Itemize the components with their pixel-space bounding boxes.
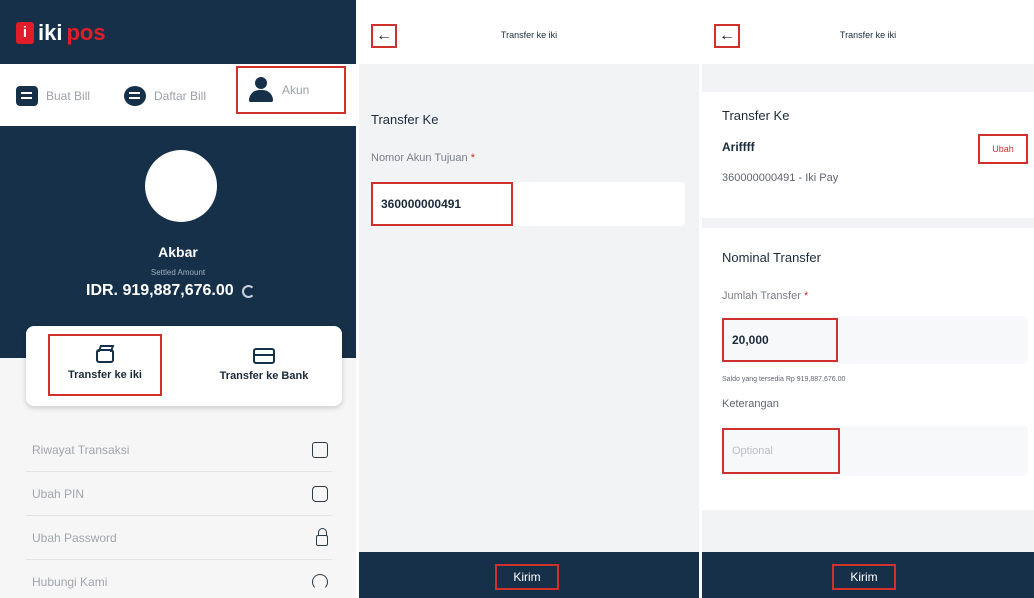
iki-pos-logo: i iki pos (16, 20, 106, 46)
card-icon (253, 348, 275, 364)
balance-note: Saldo yang tersedia Rp 919,887,676.00 (722, 376, 846, 383)
logo-pos-text: pos (66, 20, 106, 45)
account-menu: Riwayat Transaksi Ubah PIN Ubah Password… (26, 428, 332, 598)
menu-riwayat-transaksi[interactable]: Riwayat Transaksi (26, 428, 332, 472)
app-header: i iki pos (0, 0, 356, 64)
settled-amount-value: IDR. 919,887,676.00 (86, 282, 234, 299)
section-title: Transfer Ke (371, 112, 439, 127)
note-label: Keterangan (722, 398, 779, 410)
nav-buat-bill-label: Buat Bill (46, 89, 91, 103)
required-mark: * (803, 290, 809, 302)
transfer-amount-screen: ← Transfer ke iki Transfer Ke Ariffff 36… (702, 0, 1034, 598)
recipient-section: Transfer Ke Ariffff 360000000491 - Iki P… (702, 92, 1034, 218)
menu-item-label: Hubungi Kami (32, 575, 108, 589)
account-number-field[interactable]: 360000000491 (371, 182, 685, 226)
top-nav: Buat Bill Daftar Bill Akun (0, 64, 356, 126)
nav-akun-label: Akun (282, 83, 310, 97)
amount-input[interactable]: 20,000 (722, 318, 838, 362)
transfer-ke-bank-button[interactable]: Transfer ke Bank (204, 334, 324, 396)
menu-hubungi-kami[interactable]: Hubungi Kami (26, 560, 332, 598)
top-bar: ← Transfer ke iki (359, 0, 699, 64)
nav-akun[interactable]: Akun (236, 66, 346, 114)
top-bar: ← Transfer ke iki (702, 0, 1034, 64)
menu-item-label: Ubah PIN (32, 486, 85, 501)
settled-amount: IDR. 919,887,676.00 (86, 282, 255, 300)
page-title: Transfer ke iki (839, 30, 897, 40)
profile-name: Akbar (158, 244, 198, 260)
menu-ubah-password[interactable]: Ubah Password (26, 516, 332, 560)
menu-item-label: Ubah Password (32, 530, 117, 545)
person-icon (248, 77, 274, 103)
transfer-ke-iki-label: Transfer ke iki (68, 369, 142, 381)
chart-icon (312, 441, 328, 458)
required-mark: * (470, 152, 475, 164)
logo-iki-text: iki (38, 20, 63, 45)
nav-buat-bill[interactable]: Buat Bill (16, 78, 90, 114)
recipient-account: 360000000491 - Iki Pay (722, 172, 839, 184)
page-title: Transfer ke iki (500, 30, 558, 40)
nominal-section: Nominal Transfer Jumlah Transfer * 20,00… (702, 228, 1034, 510)
account-screen: i iki pos Buat Bill Daftar Bill Akun Akb… (0, 0, 356, 598)
transfer-card: Transfer ke iki Transfer ke Bank (26, 326, 342, 406)
note-input[interactable]: Optional (722, 428, 840, 474)
transfer-ke-iki-button[interactable]: Transfer ke iki (48, 334, 162, 396)
recipient-name: Ariffff (722, 140, 755, 154)
menu-item-label: Riwayat Transaksi (32, 442, 130, 457)
nav-daftar-bill-label: Daftar Bill (154, 89, 207, 103)
amount-field[interactable]: 20,000 (722, 316, 1028, 364)
wallet-icon (96, 349, 114, 363)
account-number-input[interactable]: 360000000491 (371, 182, 513, 226)
ubah-button[interactable]: Ubah (978, 134, 1028, 164)
logo-mark: i (16, 22, 34, 44)
profile-section: Akbar Settled Amount IDR. 919,887,676.00 (0, 126, 356, 358)
transfer-ke-bank-label: Transfer ke Bank (219, 370, 309, 382)
nominal-title: Nominal Transfer (722, 250, 821, 265)
menu-ubah-pin[interactable]: Ubah PIN (26, 472, 332, 516)
support-icon (312, 574, 328, 590)
amount-label: Jumlah Transfer * (722, 290, 808, 302)
note-field[interactable]: Optional (722, 426, 1028, 476)
kirim-button[interactable]: Kirim (832, 564, 896, 590)
transfer-recipient-screen: ← Transfer ke iki Transfer Ke Nomor Akun… (359, 0, 699, 598)
avatar (145, 150, 217, 222)
section-title: Transfer Ke (722, 108, 790, 123)
list-icon (124, 86, 146, 106)
pin-icon (312, 485, 328, 502)
nav-daftar-bill[interactable]: Daftar Bill (124, 78, 206, 114)
kirim-button[interactable]: Kirim (495, 564, 559, 590)
account-number-label-text: Nomor Akun Tujuan (371, 152, 468, 164)
lock-icon (316, 527, 328, 546)
refresh-icon[interactable] (241, 284, 255, 298)
bottom-bar: Kirim (359, 552, 699, 598)
bottom-bar: Kirim (702, 552, 1034, 598)
bill-icon (16, 86, 38, 106)
settled-amount-label: Settled Amount (150, 268, 206, 277)
amount-label-text: Jumlah Transfer (722, 290, 801, 302)
account-number-label: Nomor Akun Tujuan * (371, 152, 475, 164)
